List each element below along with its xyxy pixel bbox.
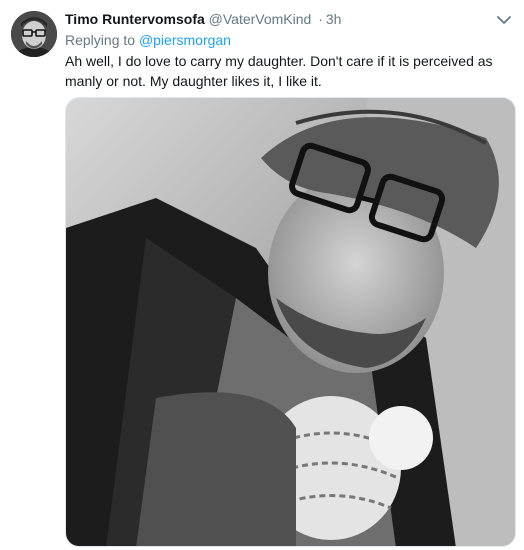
tweet-photo[interactable] [65, 97, 516, 547]
tweet-text: Ah well, I do love to carry my daughter.… [65, 53, 493, 89]
avatar-image [11, 11, 57, 57]
display-name[interactable]: Timo Runtervomsofa [65, 11, 205, 27]
avatar[interactable] [11, 11, 57, 57]
user-handle[interactable]: @VaterVomKind [209, 11, 312, 27]
photo-image [66, 98, 515, 546]
separator-dot: · [318, 11, 323, 27]
reply-prefix: Replying to [65, 32, 136, 48]
timestamp[interactable]: 3h [326, 11, 342, 27]
tweet-header: Timo Runtervomsofa @VaterVomKind · 3h [65, 10, 485, 30]
tweet-card[interactable]: Timo Runtervomsofa @VaterVomKind · 3h Rep… [0, 0, 524, 550]
chevron-down-icon [497, 16, 511, 24]
replying-to: Replying to @piersmorgan [65, 31, 231, 49]
tweet-menu-button[interactable] [494, 10, 514, 30]
reply-mention-link[interactable]: @piersmorgan [139, 32, 231, 48]
